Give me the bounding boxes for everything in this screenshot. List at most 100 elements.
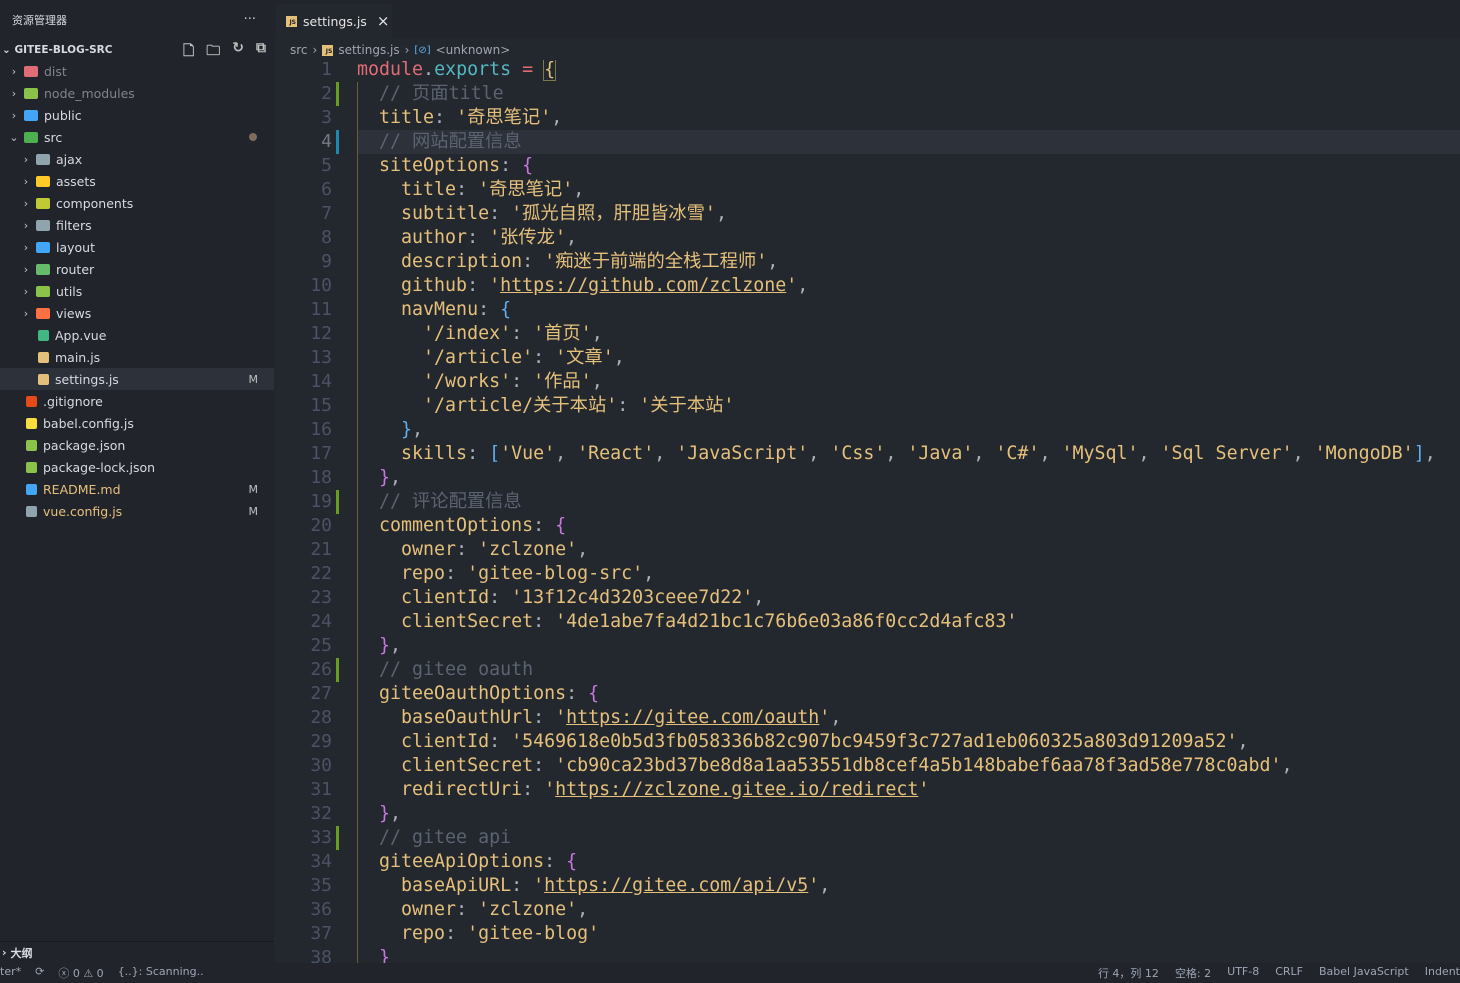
tree-item[interactable]: › router (0, 258, 274, 280)
code-line[interactable]: clientId: '5469618e0b5d3fb058336b82c907b… (357, 730, 1249, 754)
tree-item[interactable]: › filters (0, 214, 274, 236)
code-line[interactable]: // 网站配置信息 (357, 130, 522, 154)
project-header[interactable]: ⌄ GITEE-BLOG-SRC 🗋 🗀 ↻ ⧉ (0, 40, 274, 60)
code-line[interactable]: repo: 'gitee-blog' (357, 922, 599, 946)
code-line[interactable]: '/works': '作品', (357, 370, 603, 394)
code-token: , (1237, 731, 1249, 752)
code-line[interactable]: // gitee api (357, 826, 511, 850)
git-change-marker[interactable] (336, 130, 339, 154)
git-change-marker[interactable] (336, 826, 339, 850)
code-token: repo (401, 923, 446, 944)
close-icon[interactable]: × (377, 12, 390, 30)
code-line[interactable]: repo: 'gitee-blog-src', (357, 562, 654, 586)
tree-item[interactable]: › assets (0, 170, 274, 192)
code-token: giteeOauthOptions (379, 683, 567, 704)
tree-item[interactable]: babel.config.js (0, 412, 274, 434)
code-line[interactable]: commentOptions: { (357, 514, 566, 538)
code-line[interactable]: siteOptions: { (357, 154, 533, 178)
tree-item[interactable]: README.md M (0, 478, 274, 500)
line-number: 16 (310, 419, 332, 440)
code-editor[interactable]: 1 module.exports = {2 // 页面title 3 title: … (274, 60, 1460, 963)
code-line[interactable]: giteeApiOptions: { (357, 850, 577, 874)
tree-item[interactable]: › views (0, 302, 274, 324)
code-line[interactable]: }, (357, 466, 401, 490)
code-line[interactable]: clientId: '13f12c4d3203ceee7d22', (357, 586, 764, 610)
tree-item[interactable]: ⌄ src (0, 126, 274, 148)
code-line[interactable]: clientSecret: '4de1abe7fa4d21bc1c76b6e03… (357, 610, 1017, 634)
git-change-marker[interactable] (336, 82, 339, 106)
code-line[interactable]: '/article/关于本站': '关于本站' (357, 394, 734, 418)
code-line[interactable]: baseOauthUrl: 'https://gitee.com/oauth', (357, 706, 841, 730)
code-line[interactable]: '/article': '文章', (357, 346, 625, 370)
tree-item-label: assets (56, 173, 96, 189)
git-change-marker[interactable] (336, 658, 339, 682)
tree-item[interactable]: › ajax (0, 148, 274, 170)
line-number: 29 (310, 731, 332, 752)
tree-item[interactable]: › public (0, 104, 274, 126)
tab-settings-js[interactable]: JS settings.js × (276, 4, 392, 38)
tree-item[interactable]: › node_modules (0, 82, 274, 104)
code-line[interactable]: navMenu: { (357, 298, 511, 322)
code-line[interactable]: }, (357, 634, 401, 658)
tree-item[interactable]: main.js (0, 346, 274, 368)
cursor-position[interactable]: 行 4，列 12 (1098, 965, 1159, 981)
code-line[interactable]: module.exports = { (357, 60, 557, 82)
code-line[interactable]: // 页面title (357, 82, 504, 106)
line-ending[interactable]: CRLF (1275, 965, 1303, 981)
code-token: ' (555, 707, 567, 728)
code-line[interactable]: clientSecret: 'cb90ca23bd37be8d8a1aa5355… (357, 754, 1293, 778)
code-line[interactable]: title: '奇思笔记', (357, 106, 562, 130)
code-token: { (588, 683, 600, 704)
outline-section[interactable]: › 大纲 (0, 941, 274, 963)
chevron-right-icon: › (23, 218, 29, 232)
code-line[interactable]: title: '奇思笔记', (357, 178, 584, 202)
sync-icon[interactable]: ⟳ (35, 965, 44, 981)
code-token: : (511, 323, 534, 344)
problems-indicator[interactable]: ⓧ 0 ⚠ 0 (58, 965, 103, 981)
tree-item[interactable]: › utils (0, 280, 274, 302)
language-mode[interactable]: Babel JavaScript (1319, 965, 1409, 981)
code-line[interactable]: subtitle: '孤光自照，肝胆皆冰雪', (357, 202, 727, 226)
tree-item[interactable]: settings.js M (0, 368, 274, 390)
code-line[interactable]: author: '张传龙', (357, 226, 577, 250)
code-line[interactable]: }, (357, 418, 423, 442)
code-token: , (577, 539, 589, 560)
code-line[interactable]: // 评论配置信息 (357, 490, 522, 514)
line-number: 17 (310, 443, 332, 464)
code-line[interactable]: baseApiURL: 'https://gitee.com/api/v5', (357, 874, 830, 898)
breadcrumb-symbol[interactable]: <unknown> (436, 43, 511, 57)
encoding[interactable]: UTF-8 (1227, 965, 1259, 981)
git-change-marker[interactable] (336, 490, 339, 514)
tree-item[interactable]: package.json (0, 434, 274, 456)
code-token: 'C#' (995, 443, 1040, 464)
tree-item[interactable]: .gitignore (0, 390, 274, 412)
more-actions-button[interactable]: ··· (244, 12, 256, 27)
indent-status[interactable]: Indent (1425, 965, 1460, 981)
tree-item[interactable]: › dist (0, 60, 274, 82)
code-line[interactable]: redirectUri: 'https://zclzone.gitee.io/r… (357, 778, 929, 802)
code-line[interactable]: '/index': '首页', (357, 322, 603, 346)
code-line[interactable]: owner: 'zclzone', (357, 898, 588, 922)
status-branch[interactable]: ter* (0, 965, 21, 981)
code-line[interactable]: }, (357, 802, 401, 826)
tree-item[interactable]: package-lock.json (0, 456, 274, 478)
code-line[interactable]: owner: 'zclzone', (357, 538, 588, 562)
code-line[interactable]: github: 'https://github.com/zclzone', (357, 274, 808, 298)
code-line[interactable]: // gitee oauth (357, 658, 533, 682)
code-line[interactable]: giteeOauthOptions: { (357, 682, 599, 706)
breadcrumb-src[interactable]: src (290, 43, 308, 57)
code-line[interactable]: skills: ['Vue', 'React', 'JavaScript', '… (357, 442, 1436, 466)
indentation[interactable]: 空格: 2 (1175, 965, 1211, 981)
tree-item[interactable]: vue.config.js M (0, 500, 274, 522)
tree-item[interactable]: › layout (0, 236, 274, 258)
code-token: : (456, 899, 479, 920)
tree-item[interactable]: App.vue (0, 324, 274, 346)
code-token: 'cb90ca23bd37be8d8a1aa53551db8cef4a5b148… (555, 755, 1282, 776)
code-line[interactable]: description: '痴迷于前端的全栈工程师', (357, 250, 778, 274)
code-line[interactable]: } (357, 946, 390, 963)
tree-item[interactable]: › components (0, 192, 274, 214)
breadcrumb-file[interactable]: settings.js (338, 43, 399, 57)
